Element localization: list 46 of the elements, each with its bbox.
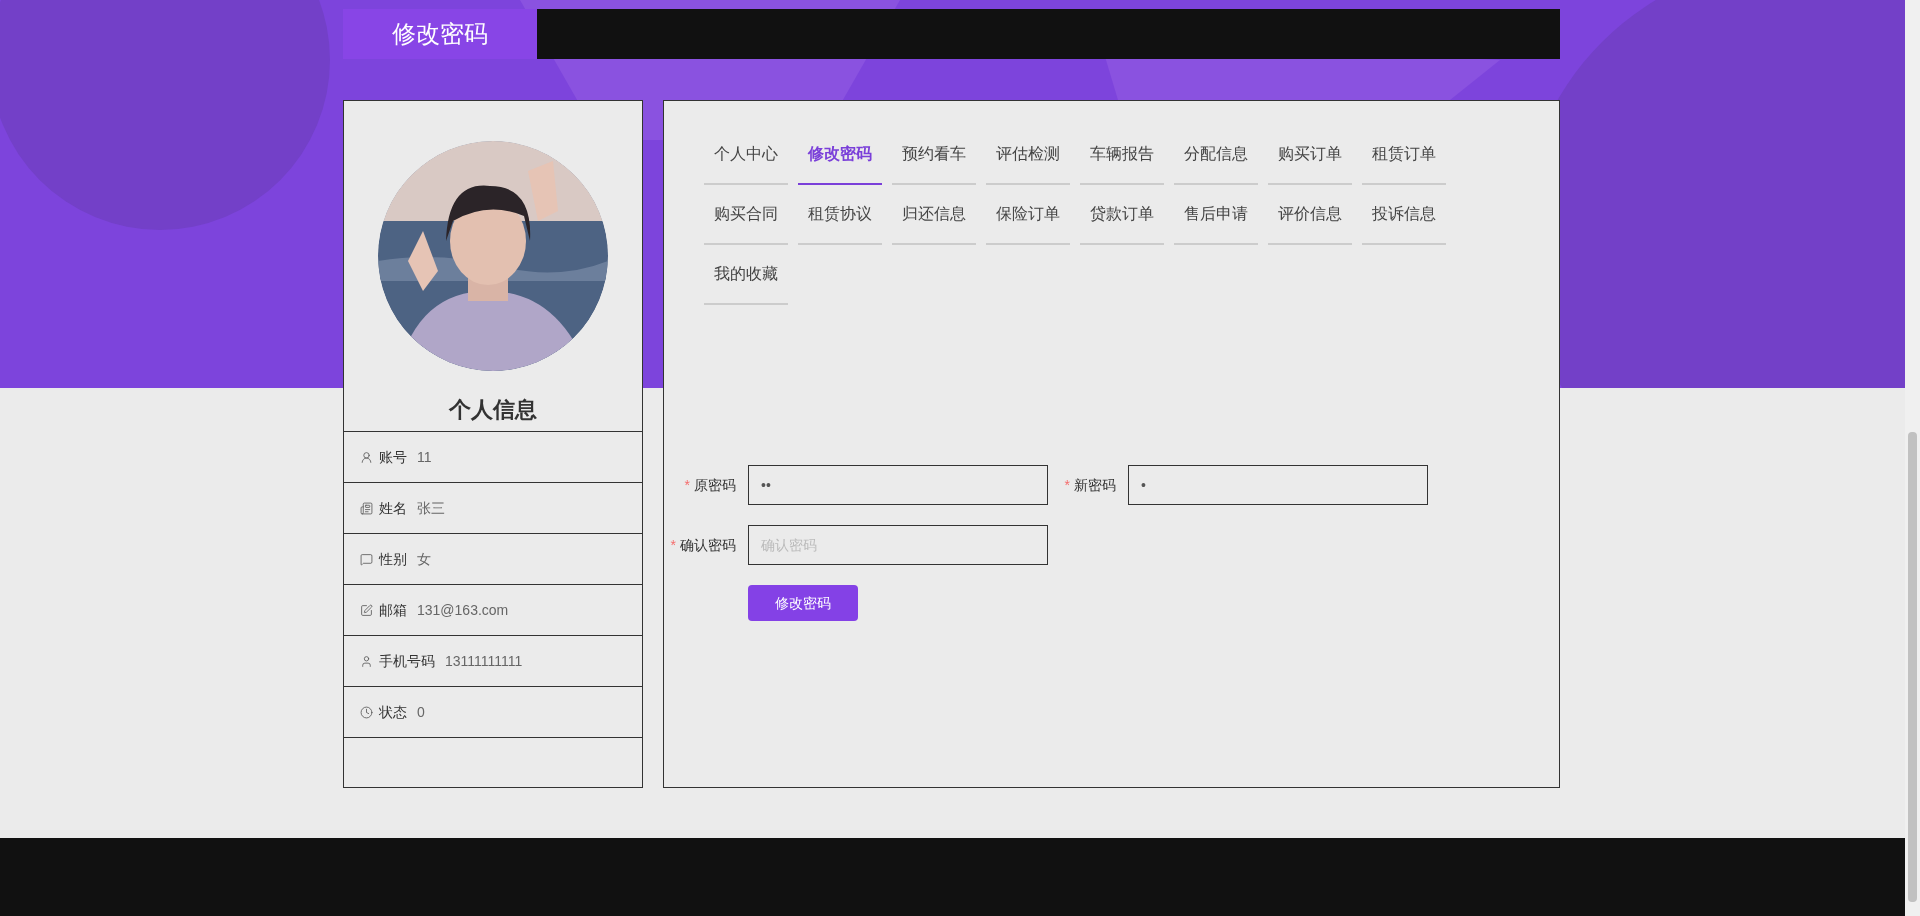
field-icon (360, 450, 373, 464)
field-label: 原密码 (694, 475, 736, 495)
tab[interactable]: 贷款订单 (1080, 185, 1164, 245)
field-icon (360, 552, 373, 566)
required-mark: * (670, 535, 676, 555)
tab[interactable]: 分配信息 (1174, 125, 1258, 185)
tab[interactable]: 保险订单 (986, 185, 1070, 245)
info-value: 张三 (417, 498, 445, 518)
page-title: 修改密码 (343, 9, 537, 59)
info-label: 邮箱 (379, 600, 407, 620)
tab[interactable]: 我的收藏 (704, 245, 788, 305)
field-icon (360, 654, 373, 668)
profile-title: 个人信息 (449, 396, 537, 424)
required-mark: * (1064, 475, 1070, 495)
field-label: 新密码 (1074, 475, 1116, 495)
tab[interactable]: 售后申请 (1174, 185, 1258, 245)
info-value: 131@163.com (417, 600, 509, 620)
tab[interactable]: 租赁协议 (798, 185, 882, 245)
info-label: 账号 (379, 447, 407, 467)
tab[interactable]: 评价信息 (1268, 185, 1352, 245)
required-mark: * (684, 475, 690, 495)
password-field[interactable]: • (1128, 465, 1428, 505)
tab[interactable]: 归还信息 (892, 185, 976, 245)
info-label: 性别 (379, 549, 407, 569)
tab[interactable]: 预约看车 (892, 125, 976, 185)
field-label: 确认密码 (680, 535, 736, 555)
info-value: 13111111111 (445, 651, 523, 671)
submit-button[interactable]: 修改密码 (748, 585, 858, 621)
tab[interactable]: 购买订单 (1268, 125, 1352, 185)
tab[interactable]: 投诉信息 (1362, 185, 1446, 245)
tab[interactable]: 修改密码 (798, 125, 882, 185)
field-icon (360, 501, 373, 515)
info-value: 0 (417, 702, 425, 722)
field-icon (360, 603, 373, 617)
tab[interactable]: 车辆报告 (1080, 125, 1164, 185)
info-label: 手机号码 (379, 651, 435, 671)
tab[interactable]: 购买合同 (704, 185, 788, 245)
tab[interactable]: 租赁订单 (1362, 125, 1446, 185)
info-label: 状态 (379, 702, 407, 722)
tab[interactable]: 个人中心 (704, 125, 788, 185)
info-value: 11 (417, 447, 432, 467)
tab[interactable]: 评估检测 (986, 125, 1070, 185)
password-field[interactable]: •• (748, 465, 1048, 505)
field-icon (360, 705, 373, 719)
info-label: 姓名 (379, 498, 407, 518)
info-value: 女 (417, 549, 431, 569)
